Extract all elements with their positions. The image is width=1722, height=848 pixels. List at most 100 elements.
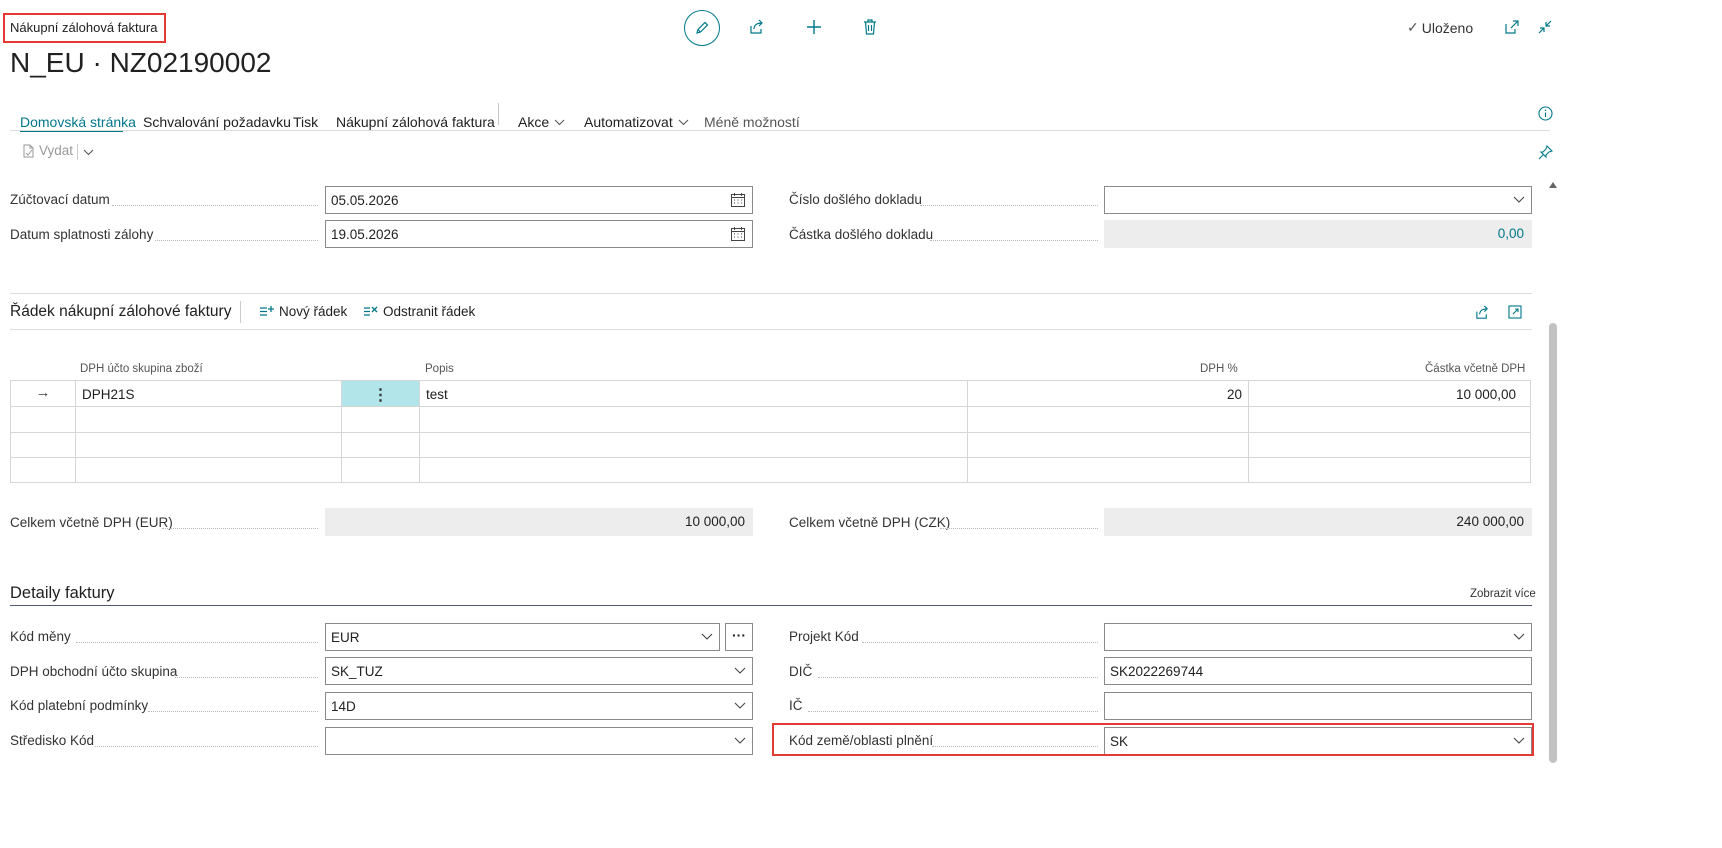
vendor-doc-no-label: Číslo došlého dokladu [789, 192, 922, 207]
more-vertical-icon: ⋮ [372, 387, 389, 404]
empty-cell[interactable] [1248, 406, 1531, 433]
personalize-button[interactable] [1535, 142, 1555, 162]
cell-amount[interactable]: 10 000,00 [1248, 380, 1531, 407]
release-button[interactable]: Vydat [22, 143, 73, 158]
empty-cell[interactable] [10, 432, 76, 458]
empty-cell[interactable] [75, 406, 342, 433]
calendar-icon[interactable] [730, 226, 746, 242]
currency-field[interactable]: EUR [325, 623, 720, 651]
scroll-up-arrow[interactable] [1549, 182, 1557, 188]
empty-cell[interactable] [967, 457, 1249, 483]
empty-cell[interactable] [10, 457, 76, 483]
empty-cell[interactable] [967, 406, 1249, 433]
chevron-down-icon[interactable] [1513, 196, 1525, 203]
toolbar-divider [77, 144, 78, 160]
vat-bus-group-dots [175, 677, 318, 678]
automate-menu[interactable]: Automatizovat [584, 114, 689, 130]
reg-no-label: IČ [789, 698, 803, 713]
chevron-down-icon[interactable] [734, 702, 746, 709]
total-eur-label: Celkem včetně DPH (EUR) [10, 515, 173, 530]
delete-line-button[interactable]: Odstranit řádek [363, 304, 475, 319]
empty-cell[interactable] [341, 432, 420, 458]
chevron-down-icon[interactable] [701, 633, 713, 640]
posting-date-field[interactable]: 05.05.2026 [325, 186, 753, 214]
col-header-group[interactable]: DPH účto skupina zboží [80, 363, 203, 375]
col-header-description[interactable]: Popis [425, 363, 454, 375]
tab-home[interactable]: Domovská stránka [20, 114, 136, 130]
delete-button[interactable] [859, 16, 881, 38]
empty-cell[interactable] [75, 432, 342, 458]
empty-cell[interactable] [419, 457, 968, 483]
cost-center-field[interactable] [325, 727, 753, 755]
lines-expand-button[interactable] [1505, 302, 1525, 322]
edit-button[interactable] [684, 10, 720, 46]
scrollbar-track[interactable] [1548, 180, 1558, 770]
lines-divider [240, 301, 241, 323]
cell-description[interactable]: test [419, 380, 968, 407]
reg-no-dots [808, 711, 1098, 712]
vat-bus-group-field[interactable]: SK_TUZ [325, 657, 753, 685]
collapse-icon [1538, 20, 1552, 34]
empty-cell[interactable] [341, 406, 420, 433]
open-new-window-icon [1505, 20, 1519, 34]
share-button[interactable] [746, 16, 768, 38]
tab-purchase-advance[interactable]: Nákupní zálohová faktura [336, 114, 495, 130]
tab-approval[interactable]: Schvalování požadavku [143, 114, 291, 130]
chevron-down-icon[interactable] [734, 667, 746, 674]
empty-cell[interactable] [419, 406, 968, 433]
cell-group[interactable]: DPH21S [75, 380, 342, 407]
total-czk-field: 240 000,00 [1104, 508, 1532, 536]
release-dropdown-button[interactable] [80, 144, 96, 160]
vendor-doc-amount-field: 0,00 [1104, 220, 1532, 248]
cost-center-dots [95, 746, 318, 747]
fewer-options-button[interactable]: Méně možností [704, 114, 800, 130]
col-header-vat-pct[interactable]: DPH % [1200, 363, 1238, 375]
page-caption: Nákupní zálohová faktura [10, 20, 158, 35]
chevron-down-icon [678, 119, 689, 125]
vat-reg-field[interactable]: SK2022269744 [1104, 657, 1532, 685]
due-date-label: Datum splatnosti zálohy [10, 227, 154, 242]
scrollbar-thumb[interactable] [1549, 323, 1557, 763]
delete-line-label: Odstranit řádek [383, 304, 476, 319]
currency-lookup-button[interactable]: ··· [725, 623, 753, 651]
vat-bus-group-value: SK_TUZ [331, 664, 383, 679]
reg-no-field[interactable] [1104, 692, 1532, 720]
chevron-down-icon[interactable] [734, 737, 746, 744]
project-field[interactable] [1104, 623, 1532, 651]
chevron-down-icon[interactable] [1513, 633, 1525, 640]
total-eur-dots [162, 528, 318, 529]
vendor-doc-no-field[interactable] [1104, 186, 1532, 214]
payment-terms-label: Kód platební podmínky [10, 698, 149, 713]
new-button[interactable] [803, 16, 825, 38]
lines-share-button[interactable] [1472, 302, 1492, 322]
cell-vat-pct[interactable]: 20 [967, 380, 1249, 407]
row-menu-cell[interactable]: ⋮ [341, 380, 420, 407]
details-section-border [10, 605, 1532, 606]
payment-terms-field[interactable]: 14D [325, 692, 753, 720]
empty-cell[interactable] [75, 457, 342, 483]
col-header-amount[interactable]: Částka včetně DPH [1425, 363, 1525, 375]
vat-reg-value: SK2022269744 [1110, 664, 1204, 679]
country-field-highlight [772, 723, 1534, 756]
row-indicator[interactable]: → [10, 380, 76, 407]
empty-cell[interactable] [967, 432, 1249, 458]
empty-cell[interactable] [419, 432, 968, 458]
lines-section-top-border [10, 293, 1532, 294]
empty-cell[interactable] [341, 457, 420, 483]
empty-cell[interactable] [1248, 432, 1531, 458]
info-button[interactable] [1535, 103, 1555, 123]
show-more-link[interactable]: Zobrazit více [1470, 588, 1536, 600]
empty-cell[interactable] [10, 406, 76, 433]
lines-header-border [10, 329, 1532, 330]
due-date-field[interactable]: 19.05.2026 [325, 220, 753, 248]
new-line-button[interactable]: Nový řádek [259, 304, 347, 319]
open-new-window-button[interactable] [1502, 17, 1522, 37]
collapse-button[interactable] [1535, 17, 1555, 37]
pin-icon [1538, 144, 1553, 159]
due-date-dots [155, 240, 318, 241]
empty-cell[interactable] [1248, 457, 1531, 483]
details-section-title[interactable]: Detaily faktury [10, 584, 115, 603]
actions-menu[interactable]: Akce [518, 114, 565, 130]
tab-print[interactable]: Tisk [293, 114, 318, 130]
calendar-icon[interactable] [730, 192, 746, 208]
